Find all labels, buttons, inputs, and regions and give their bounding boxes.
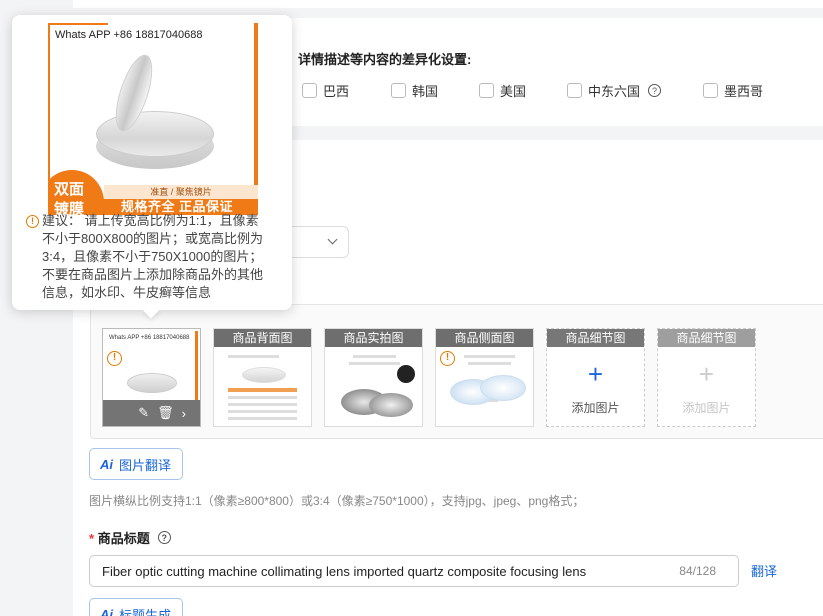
country-label: 墨西哥 [724, 84, 764, 99]
image-action-bar: ✎ 🗑 › [103, 400, 200, 426]
checkbox[interactable] [391, 83, 406, 98]
required-mark: * [89, 531, 95, 546]
side-image-thumbnail [442, 351, 527, 422]
add-image-label: 添加图片 [682, 401, 731, 415]
country-option-middle-east[interactable]: 中东六国 ? [567, 81, 662, 100]
warning-icon[interactable]: ! [107, 351, 122, 366]
table-header-line [228, 388, 297, 392]
table-line [228, 410, 297, 413]
lens-image [127, 373, 177, 393]
ai-icon: Ai [100, 456, 113, 472]
image-format-hint: 图片横纵比例支持1:1（像素≥800*800）或3:4（像素≥750*1000）… [89, 494, 585, 508]
title-generate-button[interactable]: Ai 标题生成 [89, 598, 183, 616]
suggestion-line: 3:4，且像素不小于750X1000的图片； [42, 249, 263, 264]
suggestion-line: 信息，如水印、牛皮癣等信息 [42, 285, 212, 300]
text-line [464, 355, 515, 358]
product-title-label: * 商品标题 ? [89, 528, 171, 547]
country-option-korea[interactable]: 韩国 [391, 81, 438, 100]
warning-icon[interactable]: ! [440, 351, 455, 366]
tag-band: 准直 / 聚焦镜片 [104, 185, 258, 199]
edit-icon[interactable]: ✎ [138, 405, 149, 421]
country-option-mexico[interactable]: 墨西哥 [703, 81, 763, 100]
image-slot-detail-add[interactable]: 商品细节图 + 添加图片 [546, 328, 645, 427]
char-count: 84/128 [679, 564, 716, 578]
country-label: 韩国 [412, 84, 439, 99]
country-option-brazil[interactable]: 巴西 [302, 81, 349, 100]
image-border-accent [48, 23, 108, 25]
title-generate-label: 标题生成 [119, 607, 172, 616]
image-translate-button[interactable]: Ai 图片翻译 [89, 448, 183, 480]
trash-icon[interactable]: 🗑 [157, 405, 174, 421]
image-slot-detail-disabled: 商品细节图 + 添加图片 [657, 328, 756, 427]
image-translate-label: 图片翻译 [119, 457, 172, 473]
help-icon[interactable]: ? [157, 531, 171, 544]
slot-caption: 商品细节图 [658, 329, 755, 347]
plus-icon[interactable]: + [547, 359, 644, 390]
popover-product-image: Whats APP +86 18817040688 准直 / 聚焦镜片 规格齐全… [48, 23, 258, 215]
warning-icon: ! [26, 215, 39, 228]
thumb-watermark-text: Whats APP +86 18817040688 [109, 335, 190, 341]
country-label: 中东六国 [588, 84, 641, 99]
coating-badge: 双面 镀膜 [48, 170, 104, 215]
table-line [228, 396, 297, 399]
chevron-down-icon [327, 234, 338, 245]
add-image-label: 添加图片 [571, 401, 620, 415]
whatsapp-watermark: Whats APP +86 18817040688 [55, 29, 203, 41]
country-option-usa[interactable]: 美国 [479, 81, 526, 100]
help-icon[interactable]: ? [648, 84, 662, 97]
country-label: 巴西 [323, 84, 350, 99]
ai-icon: Ai [100, 606, 113, 616]
product-title-text: 商品标题 [97, 531, 150, 546]
real-shot-thumbnail [331, 351, 416, 422]
title-translate-link[interactable]: 翻译 [751, 561, 777, 580]
image-slot-real-shot[interactable]: 商品实拍图 [324, 328, 423, 427]
plus-icon: + [698, 359, 715, 389]
slot-caption: 商品背面图 [214, 329, 311, 347]
table-line [228, 417, 297, 420]
lens-image [242, 367, 286, 383]
differentiation-title: 详情描述等内容的差异化设置: [298, 52, 472, 67]
checkbox[interactable] [302, 83, 317, 98]
lens-image [397, 365, 415, 383]
checkbox[interactable] [567, 83, 582, 98]
product-title-input[interactable]: Fiber optic cutting machine collimating … [89, 555, 739, 587]
slot-caption: 商品实拍图 [325, 329, 422, 347]
badge-line: 双面 [54, 181, 85, 198]
suggestion-line: 不要在商品图片上添加除商品外的其他 [42, 267, 264, 282]
image-slot-back[interactable]: 商品背面图 [213, 328, 312, 427]
main-image-thumbnail: Whats APP +86 18817040688 [105, 331, 198, 400]
image-slot-main[interactable]: Whats APP +86 18817040688 ! ✎ 🗑 › [102, 328, 201, 427]
table-line [228, 403, 297, 406]
slot-caption: 商品细节图 [547, 329, 644, 347]
suggestion-line: 建议： 请上传宽高比例为1:1，且像素 [42, 213, 259, 228]
lens-image [480, 375, 526, 401]
image-suggestion-popover: Whats APP +86 18817040688 准直 / 聚焦镜片 规格齐全… [12, 15, 292, 319]
lens-image [96, 111, 214, 157]
chevron-right-icon[interactable]: › [182, 406, 186, 421]
checkbox[interactable] [703, 83, 718, 98]
text-line [228, 355, 279, 358]
back-image-thumbnail [220, 351, 305, 422]
slot-caption: 商品侧面图 [436, 329, 533, 347]
image-slot-side[interactable]: 商品侧面图 ! [435, 328, 534, 427]
suggestion-line: 不小于800X800的图片；或宽高比例为 [42, 231, 264, 246]
text-line [353, 355, 396, 358]
suggestion-text: ! 建议： 请上传宽高比例为1:1，且像素 不小于800X800的图片；或宽高比… [26, 212, 284, 302]
top-panel [73, 0, 823, 8]
text-line [349, 362, 400, 365]
lens-image [369, 393, 413, 417]
image-border-accent [195, 331, 198, 400]
country-label: 美国 [500, 84, 527, 99]
checkbox[interactable] [479, 83, 494, 98]
product-title-value: Fiber optic cutting machine collimating … [102, 563, 587, 579]
text-line [468, 362, 511, 365]
